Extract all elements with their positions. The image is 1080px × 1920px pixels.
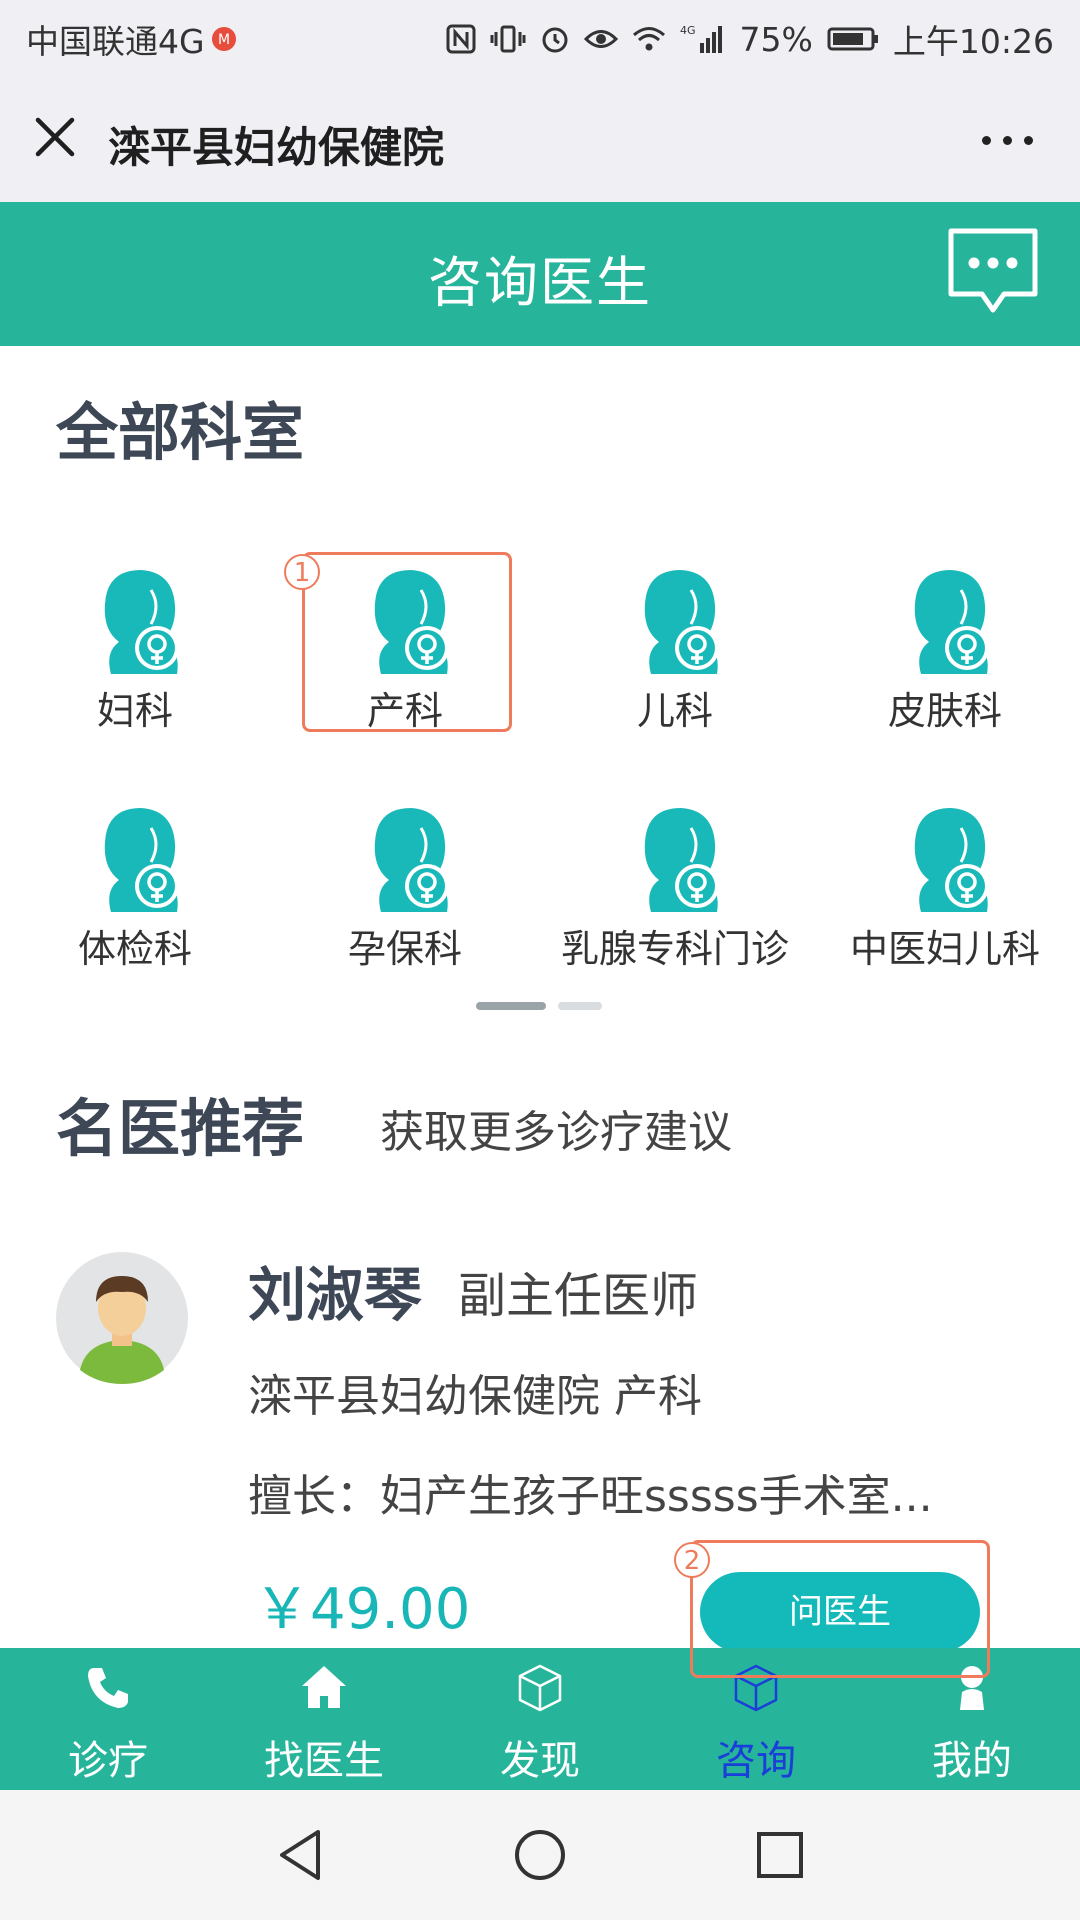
back-triangle-icon	[280, 1830, 320, 1880]
more-dot-icon	[1024, 135, 1033, 145]
annotation-badge-2: 2	[674, 1542, 710, 1578]
dept-pediatrics[interactable]: 儿科	[540, 566, 810, 766]
dept-label: 体检科	[77, 927, 192, 971]
cube-icon	[518, 1664, 562, 1712]
close-icon	[35, 117, 75, 157]
eye-icon	[583, 26, 618, 52]
recommend-title: 名医推荐	[56, 1092, 305, 1165]
tab-label: 我的	[932, 1738, 1012, 1784]
tab-label: 发现	[500, 1738, 580, 1784]
more-dot-icon	[1003, 135, 1012, 145]
tab-treatment[interactable]: 诊疗	[0, 1648, 216, 1790]
dept-label: 妇科	[96, 689, 173, 733]
consult-price: ￥49.00	[254, 1577, 471, 1642]
doctor-name: 刘淑琴	[248, 1261, 423, 1329]
recents-square-icon	[757, 1832, 803, 1878]
doctor-avatar[interactable]	[56, 1252, 188, 1384]
message-button[interactable]	[946, 226, 1040, 318]
tab-label: 找医生	[264, 1738, 384, 1784]
dept-breast-clinic[interactable]: 乳腺专科门诊	[540, 804, 810, 1004]
screen: 中国联通4G M 4G 75% 上午10:26 滦平县妇幼保健院 咨询医生 全部…	[0, 0, 1080, 1920]
annotation-badge-1: 1	[284, 554, 320, 590]
annotation-box-1	[302, 552, 512, 732]
signal-icon: 4G	[680, 23, 726, 55]
annotation-box-2	[690, 1540, 990, 1678]
pager-dot[interactable]	[558, 1002, 602, 1010]
clock-text: 上午10:26	[892, 22, 1054, 61]
female-profile-icon	[644, 808, 719, 912]
tab-label: 咨询	[716, 1738, 796, 1784]
doctor-hospital: 滦平县妇幼保健院 产科	[248, 1371, 702, 1422]
vibrate-icon	[490, 24, 526, 54]
chat-bubble-icon	[948, 228, 1038, 313]
pager-dot-active[interactable]	[476, 1002, 546, 1010]
home-icon	[302, 1666, 346, 1708]
tab-discover[interactable]: 发现	[432, 1648, 648, 1790]
dept-label: 中医妇儿科	[849, 927, 1040, 971]
dept-label: 儿科	[636, 689, 713, 733]
female-profile-icon	[374, 808, 449, 912]
china-unicom-icon: M	[211, 26, 237, 52]
battery-percent: 75%	[739, 19, 813, 59]
dept-prenatal-care[interactable]: 孕保科	[270, 804, 540, 1004]
system-nav-bar	[0, 1790, 1080, 1920]
tab-label: 诊疗	[68, 1738, 148, 1784]
close-button[interactable]	[30, 112, 80, 162]
alarm-icon	[540, 24, 570, 54]
app-header: 咨询医生	[0, 202, 1080, 346]
female-profile-icon	[914, 570, 989, 674]
wifi-icon	[632, 25, 666, 53]
home-button[interactable]	[505, 1820, 575, 1890]
back-button[interactable]	[266, 1820, 336, 1890]
female-profile-icon	[644, 570, 719, 674]
avatar-icon	[56, 1252, 188, 1384]
dept-physical-exam[interactable]: 体检科	[0, 804, 270, 1004]
page-title: 滦平县妇幼保健院	[108, 123, 445, 172]
title-bar: 滦平县妇幼保健院	[0, 78, 1080, 202]
doctor-title: 副主任医师	[458, 1268, 699, 1324]
departments-title: 全部科室	[56, 396, 305, 469]
dept-gynecology[interactable]: 妇科	[0, 566, 270, 766]
dept-tcm-gyn-pediatrics[interactable]: 中医妇儿科	[810, 804, 1080, 1004]
carrier-text: 中国联通4G	[26, 22, 205, 61]
dept-label: 皮肤科	[887, 689, 1002, 733]
female-profile-icon	[104, 570, 179, 674]
header-title: 咨询医生	[428, 251, 652, 314]
recommend-subtitle[interactable]: 获取更多诊疗建议	[380, 1096, 732, 1160]
phone-icon	[88, 1668, 128, 1708]
recents-button[interactable]	[745, 1820, 815, 1890]
dept-label: 孕保科	[347, 927, 462, 971]
doctor-specialty: 擅长：妇产生孩子旺sssss手术室...	[248, 1471, 933, 1522]
female-profile-icon	[104, 808, 179, 912]
dept-label: 乳腺专科门诊	[560, 927, 789, 971]
more-dot-icon	[982, 135, 991, 145]
tab-find-doctor[interactable]: 找医生	[216, 1648, 432, 1790]
carousel-pager	[476, 1002, 602, 1010]
female-profile-icon	[914, 808, 989, 912]
dept-dermatology[interactable]: 皮肤科	[810, 566, 1080, 766]
svg-text:4G: 4G	[680, 24, 696, 37]
status-bar: 中国联通4G M 4G 75% 上午10:26	[0, 0, 1080, 78]
svg-text:M: M	[218, 32, 230, 48]
nfc-icon	[446, 24, 476, 54]
more-options-button[interactable]	[982, 128, 1042, 152]
battery-icon	[827, 26, 879, 52]
home-circle-icon	[515, 1830, 565, 1880]
